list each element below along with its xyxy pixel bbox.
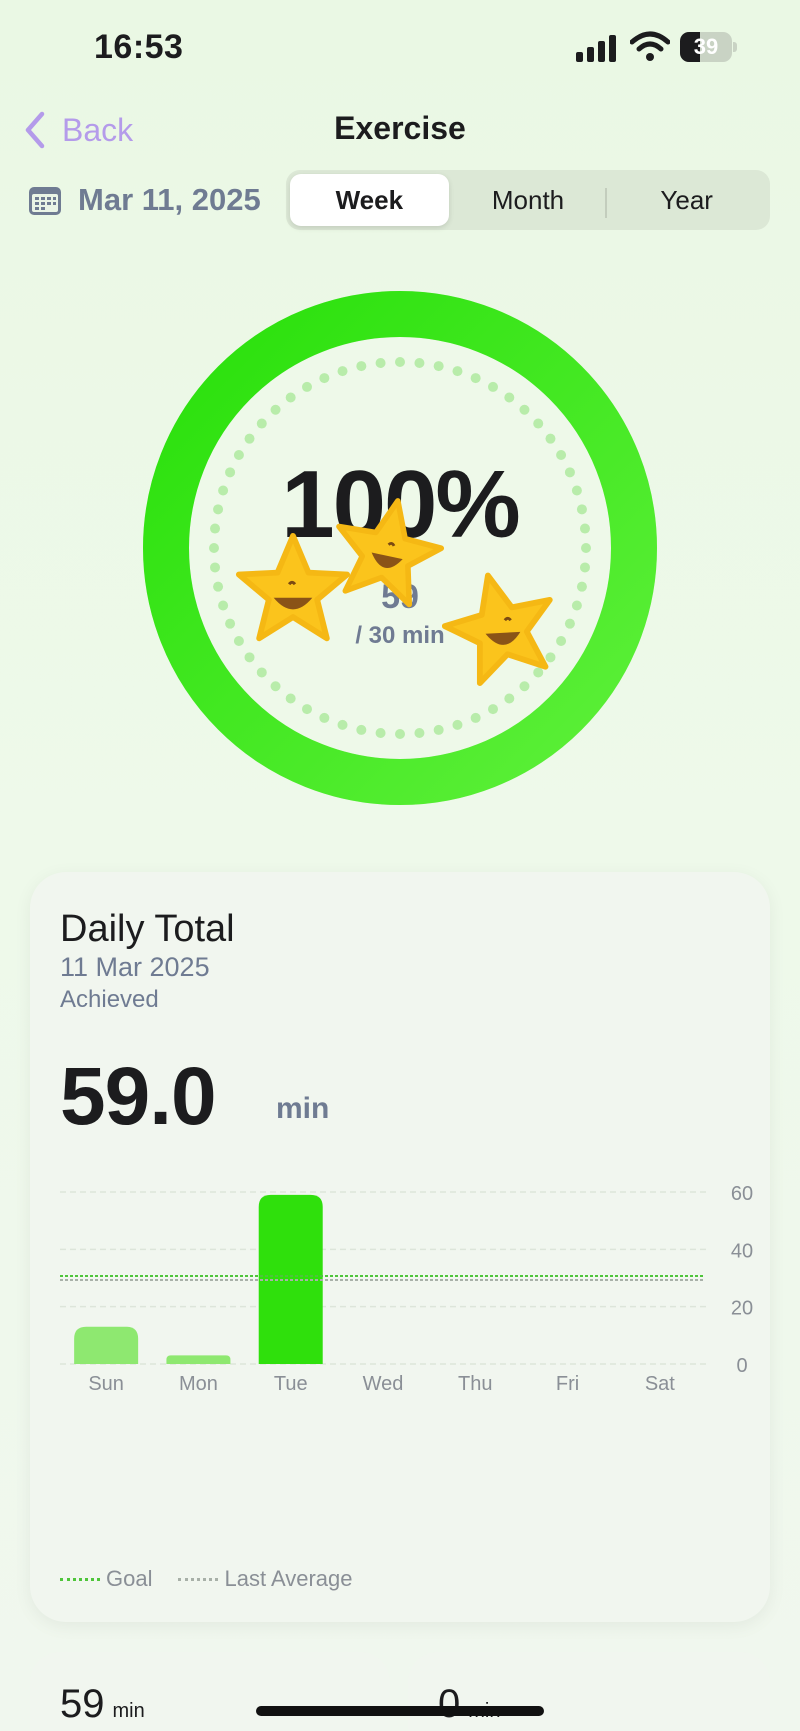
ring-track-dot — [433, 724, 444, 735]
ring-track-dot — [504, 392, 515, 403]
legend-average-label: Last Average — [224, 1566, 353, 1591]
ring-track-dot — [533, 418, 544, 429]
ring-track-dot — [302, 381, 312, 392]
y-tick-label: 60 — [731, 1183, 753, 1205]
chart-legend: Goal Last Average — [60, 1566, 379, 1592]
ring-track-dot — [356, 361, 367, 372]
summary-value-number: 59 — [60, 1682, 105, 1726]
date-picker[interactable]: Mar 11, 2025 — [28, 178, 261, 222]
home-indicator — [256, 1706, 544, 1716]
ring-track-dot — [488, 381, 498, 392]
star-mascot-icon — [442, 572, 553, 686]
ring-track-dot — [395, 357, 405, 367]
x-tick-label: Mon — [179, 1373, 218, 1395]
ring-track-dot — [375, 727, 386, 738]
calendar-icon — [29, 187, 61, 215]
chevron-left-icon — [25, 111, 45, 149]
x-tick-label: Wed — [363, 1373, 404, 1395]
ring-track-dot — [337, 366, 348, 377]
wifi-icon — [630, 31, 670, 61]
summary-value-unit: min — [112, 1700, 145, 1722]
chart-bar-mon — [166, 1355, 231, 1364]
ring-track-dot — [302, 704, 312, 715]
ring-track-dot — [356, 724, 367, 735]
y-tick-label: 0 — [736, 1355, 747, 1377]
summary-value: 59 min — [60, 1682, 145, 1727]
ring-track-dot — [256, 667, 267, 678]
ring-track-dot — [504, 693, 515, 704]
goal-status: Achieved — [60, 986, 159, 1013]
x-tick-label: Sat — [645, 1373, 675, 1395]
ring-track-dot — [470, 373, 481, 384]
ring-track-dot — [414, 727, 425, 738]
card-date: 11 Mar 2025 — [60, 952, 210, 982]
ring-track-dot — [414, 358, 425, 369]
status-bar: 16:53 39 — [0, 0, 800, 96]
date-label: Mar 11, 2025 — [78, 182, 261, 217]
ring-track-dot — [319, 712, 330, 723]
battery-percent: 39 — [693, 34, 719, 59]
ring-track-dot — [452, 719, 463, 730]
range-segmented-control: Week Month Year — [286, 170, 770, 230]
back-button[interactable]: Back — [22, 106, 133, 154]
legend-goal-swatch — [60, 1577, 100, 1581]
ring-track-dot — [256, 418, 267, 429]
cellular-signal-icon — [576, 35, 616, 62]
legend-last-average: Last Average — [178, 1566, 353, 1592]
x-tick-label: Thu — [458, 1373, 492, 1395]
progress-ring: 100% 59 / 30 min — [142, 290, 658, 806]
tab-month[interactable]: Month — [449, 174, 608, 226]
x-tick-label: Fri — [556, 1373, 579, 1395]
battery-icon: 39 — [680, 32, 737, 62]
ring-track-dot — [375, 358, 386, 369]
ring-track-dot — [244, 433, 255, 444]
ring-track-dot — [545, 433, 556, 444]
summary-value: 0min — [438, 1682, 500, 1727]
ring-track-dot — [285, 693, 296, 704]
ring-track-dot — [433, 361, 444, 372]
ring-track-dot — [270, 404, 281, 415]
ring-track-dot — [519, 404, 530, 415]
ring-track-dot — [244, 652, 255, 663]
daily-total-value: 59.0 — [60, 1051, 217, 1142]
ring-goal: / 30 min — [355, 622, 445, 649]
summary-card-left[interactable]: 59 min — [30, 1652, 390, 1731]
tab-week[interactable]: Week — [290, 174, 449, 226]
ring-track-dot — [270, 681, 281, 692]
status-time: 16:53 — [94, 28, 184, 66]
card-title: Daily Total — [60, 908, 235, 950]
ring-track-dot — [337, 719, 348, 730]
daily-total-card: Daily Total 11 Mar 2025 Achieved 59.0 mi… — [30, 872, 770, 1622]
tab-week-label: Week — [335, 184, 404, 215]
star-mascot-icon — [336, 498, 445, 608]
ring-track-dot — [395, 729, 405, 739]
legend-goal: Goal — [60, 1566, 152, 1592]
summary-value-number: 0 — [438, 1682, 461, 1726]
x-tick-label: Tue — [274, 1373, 308, 1395]
y-tick-label: 40 — [731, 1240, 753, 1262]
weekly-bar-chart[interactable]: 0 20 40 60 Sun Mon Tue Wed Thu Fri Sat — [30, 1172, 770, 1412]
tab-year[interactable]: Year — [607, 174, 766, 226]
ring-track-dot — [488, 704, 498, 715]
ring-track-dot — [210, 562, 221, 573]
ring-track-dot — [319, 373, 330, 384]
ring-track-dot — [470, 712, 481, 723]
ring-track-dot — [579, 562, 590, 573]
x-tick-label: Sun — [88, 1373, 124, 1395]
summary-card-right[interactable]: 0min — [408, 1652, 770, 1731]
back-label: Back — [62, 111, 134, 148]
chart-bar-sun — [74, 1326, 139, 1364]
legend-average-swatch — [178, 1577, 219, 1581]
tab-month-label: Month — [491, 184, 565, 215]
daily-total-unit: min — [276, 1092, 330, 1125]
tab-year-label: Year — [660, 184, 713, 215]
legend-goal-label: Goal — [106, 1566, 153, 1591]
y-tick-label: 20 — [731, 1298, 753, 1320]
ring-track-dot — [285, 392, 296, 403]
ring-track-dot — [452, 366, 463, 377]
